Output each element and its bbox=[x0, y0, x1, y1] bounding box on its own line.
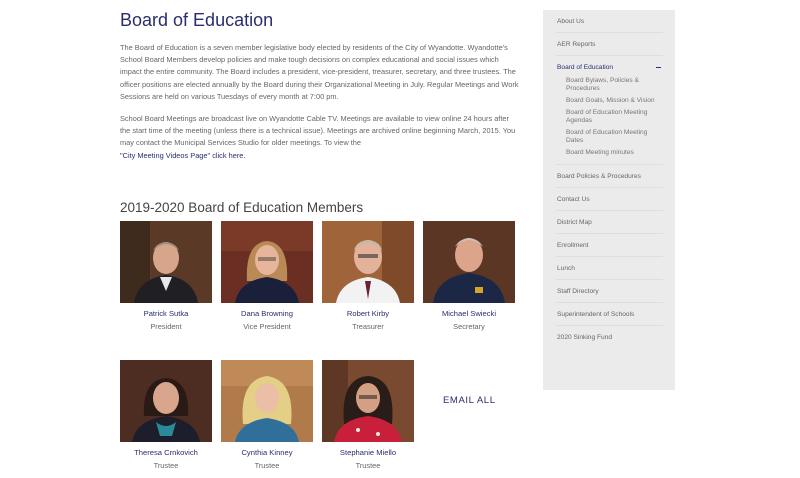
sidebar-item-staff-directory[interactable]: Staff Directory bbox=[556, 280, 663, 303]
member-role: Vice President bbox=[243, 322, 291, 331]
member-name: Robert Kirby bbox=[346, 309, 390, 318]
member-card: Patrick Sutka President bbox=[120, 221, 212, 332]
sidebar-subitem-bylaws[interactable]: Board Bylaws, Policies & Procedures bbox=[556, 75, 663, 95]
member-photo[interactable] bbox=[120, 360, 212, 442]
sidebar-item-aer-reports[interactable]: AER Reports bbox=[556, 33, 663, 56]
member-card: Stephanie Miello Trustee bbox=[322, 360, 414, 471]
sidebar-item-policies[interactable]: Board Policies & Procedures bbox=[556, 165, 663, 188]
email-all-link[interactable]: EMAIL ALL bbox=[443, 395, 496, 406]
member-role: Treasurer bbox=[352, 322, 384, 331]
member-role: Secretary bbox=[453, 322, 485, 331]
meetings-paragraph: School Board Meetings are broadcast live… bbox=[120, 113, 520, 162]
member-card: Cynthia Kinney Trustee bbox=[221, 360, 313, 471]
member-photo[interactable] bbox=[120, 221, 212, 303]
sidebar-subitem-meeting-dates[interactable]: Board of Education Meeting Dates bbox=[556, 127, 663, 147]
sidebar-item-about-us[interactable]: About Us bbox=[556, 10, 663, 33]
sidebar-item-contact-us[interactable]: Contact Us bbox=[556, 188, 663, 211]
city-meeting-videos-link[interactable]: "City Meeting Videos Page" click here. bbox=[120, 151, 245, 160]
sidebar-nav: About Us AER Reports Board of Education … bbox=[543, 10, 675, 390]
sidebar-item-label: Board of Education bbox=[557, 64, 614, 71]
member-photo[interactable] bbox=[322, 360, 414, 442]
sidebar-sub-list: Board Bylaws, Policies & Procedures Boar… bbox=[556, 75, 663, 165]
sidebar-item-lunch[interactable]: Lunch bbox=[556, 257, 663, 280]
intro-paragraph: The Board of Education is a seven member… bbox=[120, 43, 519, 101]
member-card: Robert Kirby Treasurer bbox=[322, 221, 414, 332]
member-role: President bbox=[150, 322, 182, 331]
sidebar-item-board-of-education[interactable]: Board of Education bbox=[556, 56, 663, 75]
member-name: Cynthia Kinney bbox=[241, 448, 293, 457]
member-card: Dana Browning Vice President bbox=[221, 221, 313, 332]
member-photo[interactable] bbox=[221, 360, 313, 442]
member-photo[interactable] bbox=[322, 221, 414, 303]
member-name: Theresa Crnkovich bbox=[134, 448, 198, 457]
main-content: Board of Education The Board of Educatio… bbox=[120, 8, 520, 162]
meetings-text: School Board Meetings are broadcast live… bbox=[120, 114, 516, 148]
member-name: Stephanie Miello bbox=[339, 448, 397, 457]
page-title: Board of Education bbox=[120, 10, 274, 30]
member-name: Patrick Sutka bbox=[143, 309, 189, 318]
sidebar-item-district-map[interactable]: District Map bbox=[556, 211, 663, 234]
sidebar-item-enrollment[interactable]: Enrollment bbox=[556, 234, 663, 257]
members-heading: 2019-2020 Board of Education Members bbox=[120, 200, 364, 215]
member-card: Theresa Crnkovich Trustee bbox=[120, 360, 212, 471]
sidebar-subitem-minutes[interactable]: Board Meeting minutes bbox=[556, 147, 663, 159]
member-role: Trustee bbox=[153, 461, 179, 470]
member-name: Michael Swiecki bbox=[441, 309, 497, 318]
member-role: Trustee bbox=[355, 461, 381, 470]
member-photo[interactable] bbox=[221, 221, 313, 303]
sidebar-subitem-agendas[interactable]: Board of Education Meeting Agendas bbox=[556, 107, 663, 127]
member-name: Dana Browning bbox=[241, 309, 293, 318]
sidebar-item-sinking-fund[interactable]: 2020 Sinking Fund bbox=[556, 326, 663, 348]
member-photo[interactable] bbox=[423, 221, 515, 303]
sidebar-subitem-goals[interactable]: Board Goals, Mission & Vision bbox=[556, 95, 663, 107]
sidebar-item-superintendent[interactable]: Superintendent of Schools bbox=[556, 303, 663, 326]
member-role: Trustee bbox=[254, 461, 280, 470]
member-card: Michael Swiecki Secretary bbox=[423, 221, 515, 332]
collapse-minus-icon[interactable] bbox=[656, 67, 661, 69]
